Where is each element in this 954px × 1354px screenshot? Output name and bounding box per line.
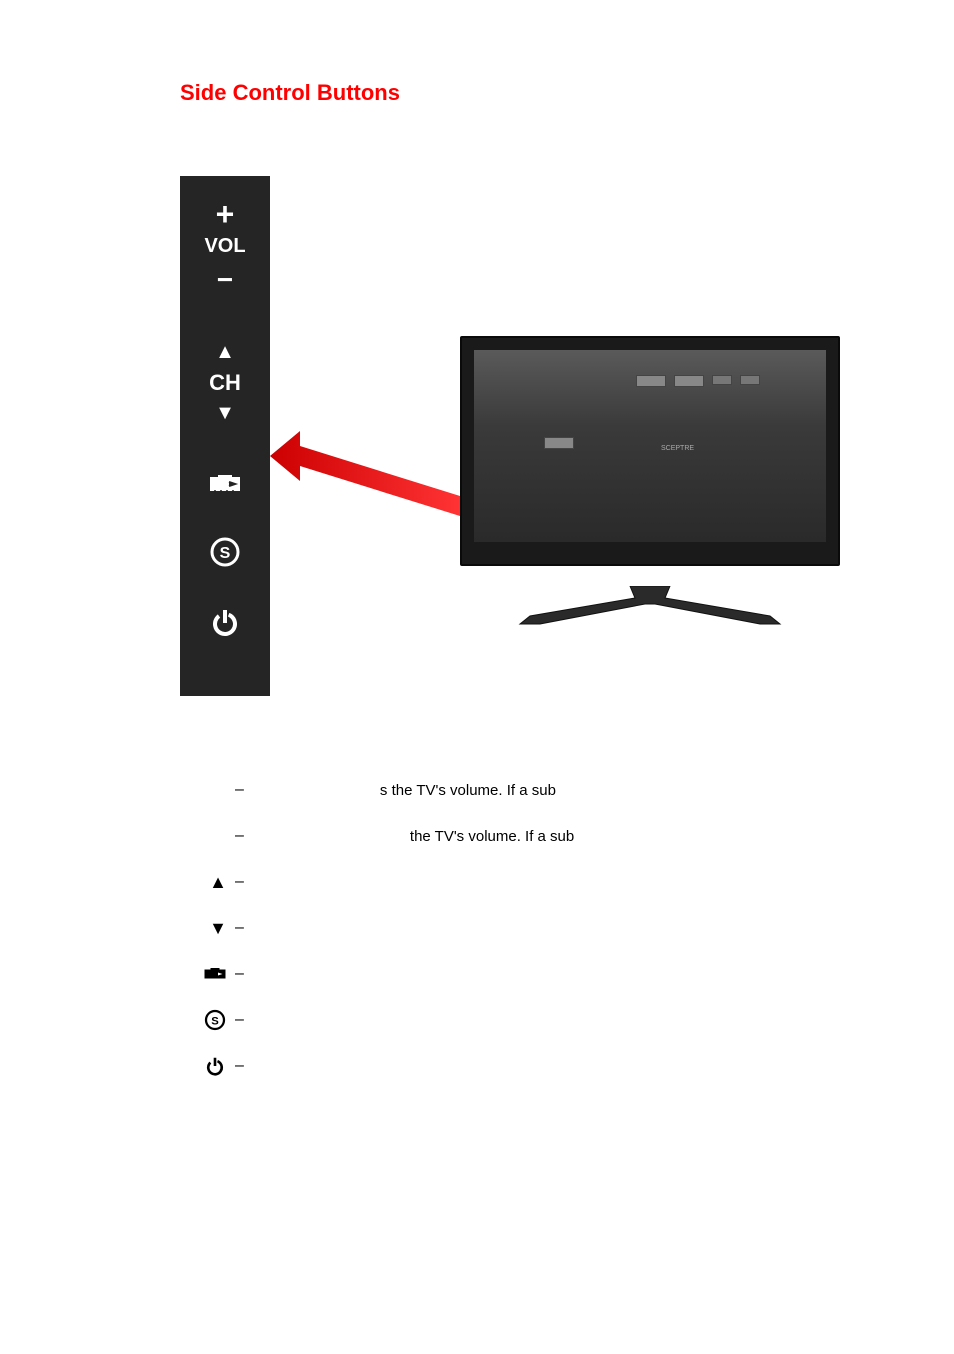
desc-input: – (180, 960, 800, 988)
tv-stand-icon (510, 586, 790, 626)
desc-power: – (180, 1052, 800, 1080)
power-icon (209, 606, 241, 638)
ch-up-label: ▲ (215, 341, 235, 364)
input-icon-small (180, 962, 235, 986)
svg-text:S: S (220, 545, 231, 562)
ch-label: CH (209, 370, 241, 396)
pointer-arrow-icon (270, 426, 460, 516)
desc-ch-up: ▲ – (180, 868, 800, 896)
triangle-down-icon: ▼ (180, 918, 235, 939)
side-button-panel: + VOL − ▲ CH ▼ S (180, 176, 270, 696)
triangle-up-icon: ▲ (180, 872, 235, 893)
desc-source: S – (180, 1006, 800, 1034)
vol-plus-label: + (216, 196, 235, 233)
main-graphic: + VOL − ▲ CH ▼ S (180, 176, 820, 696)
tv-brand-label: SCEPTRE (661, 445, 694, 452)
vol-label: VOL (204, 235, 245, 258)
desc-vol-up: – s the TV's volume. If a sub (180, 776, 800, 804)
source-s-icon-small: S (180, 1008, 235, 1032)
source-s-icon: S (209, 536, 241, 568)
desc-vol-down: – the TV's volume. If a sub (180, 822, 800, 850)
page-title: Side Control Buttons (180, 80, 954, 106)
vol-minus-label: − (217, 264, 233, 296)
description-list: – s the TV's volume. If a sub – the TV's… (180, 776, 800, 1080)
input-icon (209, 470, 241, 498)
tv-illustration: SCEPTRE (460, 336, 840, 596)
svg-text:S: S (211, 1016, 219, 1028)
desc-ch-down: ▼ – (180, 914, 800, 942)
ch-down-label: ▼ (215, 402, 235, 425)
power-icon-small (180, 1054, 235, 1078)
